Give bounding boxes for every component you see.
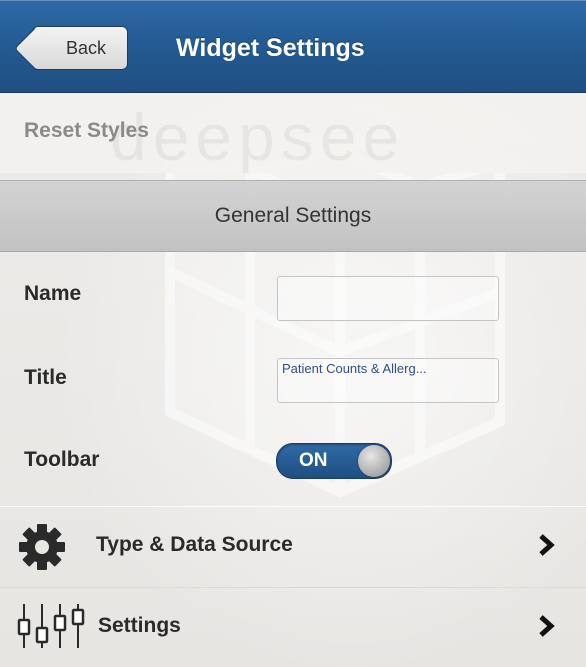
general-settings-header: General Settings	[0, 180, 586, 252]
deepsee-watermark: deepsee	[110, 100, 406, 174]
nav-label-settings: Settings	[98, 614, 181, 637]
reset-styles-row[interactable]: deepsee Reset Styles	[0, 93, 586, 174]
name-input[interactable]	[277, 276, 499, 321]
title-row: Title Patient Counts & Allerg...	[0, 338, 586, 418]
toolbar-toggle[interactable]: ON	[276, 443, 392, 479]
name-row: Name	[0, 256, 586, 336]
name-label: Name	[24, 282, 82, 305]
gear-icon	[19, 524, 65, 570]
back-button-label: Back	[65, 38, 107, 58]
title-label: Title	[24, 366, 67, 389]
nav-item-type-data-source[interactable]: Type & Data Source	[0, 506, 586, 587]
toggle-state-label: ON	[299, 450, 328, 471]
toolbar-row: Toolbar ON	[0, 420, 586, 500]
title-input[interactable]: Patient Counts & Allerg...	[277, 358, 499, 403]
chevron-right-icon	[539, 534, 555, 556]
nav-item-settings[interactable]: Settings	[0, 587, 586, 667]
reset-styles-button[interactable]: Reset Styles	[24, 93, 149, 169]
toggle-knob[interactable]	[358, 445, 390, 477]
toolbar-label: Toolbar	[24, 448, 100, 471]
back-button[interactable]: Back	[32, 26, 128, 70]
page-title: Widget Settings	[176, 34, 365, 62]
chevron-right-icon	[539, 615, 555, 637]
header-bar: Back Widget Settings	[0, 0, 586, 93]
widget-settings-screen: Back Widget Settings deepsee Reset Style…	[0, 0, 586, 667]
sliders-icon	[17, 604, 85, 648]
nav-label-type-data-source: Type & Data Source	[96, 533, 293, 556]
